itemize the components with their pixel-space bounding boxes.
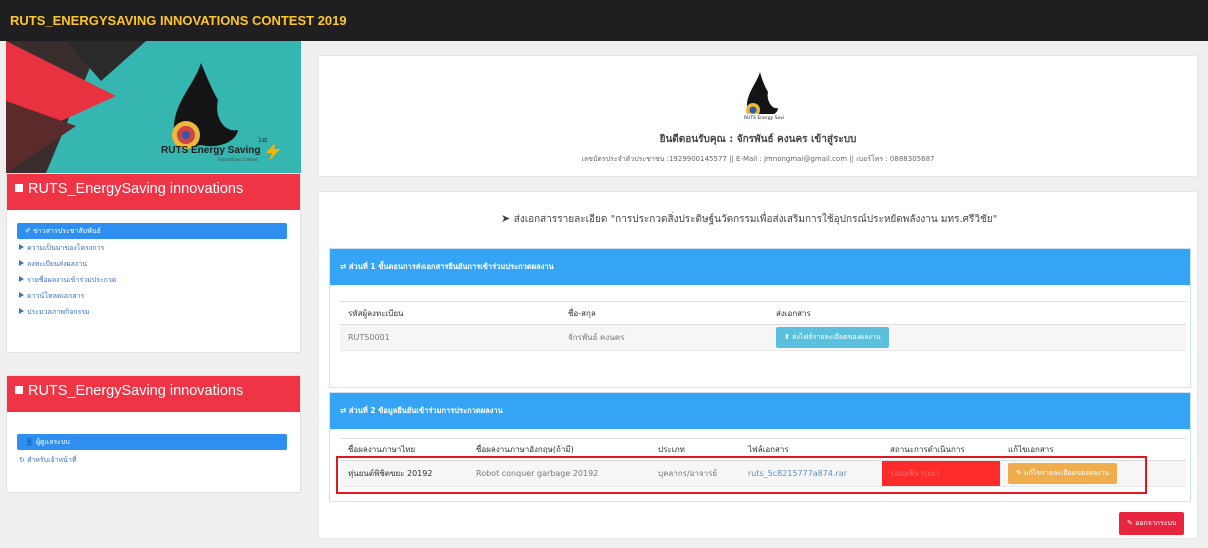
section1-table: รหัสผู้ลงทะเบียน ชื่อ-สกุล ส่งเอกสาร RUT… bbox=[340, 301, 1186, 351]
submit-heading-row: ➤ ส่งเอกสารรายละเอียด "การประกวดสิ่งประด… bbox=[501, 212, 997, 227]
square-icon bbox=[15, 184, 23, 192]
link-label: รายชื่อผลงานเข้าร่วมประกวด bbox=[27, 276, 117, 284]
sidebar-link-staff[interactable]: ↻ สำหรับเจ้าหน้าที่ bbox=[19, 454, 300, 467]
refresh-icon: ↻ bbox=[19, 456, 28, 464]
logo-text: RUTS Energy Saving bbox=[161, 145, 261, 156]
sidebar-panel-admin: RUTS_EnergySaving innovations 👤 ผู้ดูแลร… bbox=[6, 375, 301, 493]
refresh-icon: ⇄ bbox=[340, 406, 349, 415]
panel-title: RUTS_EnergySaving innovations bbox=[28, 181, 244, 197]
welcome-card: RUTS Energy Saving ยินดีตอนรับคุณ : จักร… bbox=[318, 55, 1198, 177]
sidebar-link-history[interactable]: ความเป็นมาของโครงการ bbox=[19, 242, 300, 255]
cell-name: จักรพันธ์ คงนคร bbox=[560, 324, 768, 351]
news-button-label: ข่าวสารประชาสัมพันธ์ bbox=[33, 227, 101, 235]
news-button[interactable]: ✐ ข่าวสารประชาสัมพันธ์ bbox=[17, 223, 287, 239]
sidebar-link-gallery[interactable]: ประมวลภาพกิจกรรม bbox=[19, 306, 300, 319]
cell-id: RUTS0001 bbox=[340, 324, 560, 351]
section1-panel: ⇄ ส่วนที่ 1 ขั้นตอนการส่งเอกสารยืนยันการ… bbox=[329, 248, 1191, 388]
refresh-icon: ⇄ bbox=[340, 262, 349, 271]
sidebar-link-download[interactable]: ดาวน์โหลดเอกสาร bbox=[19, 290, 300, 303]
app-title: RUTS_ENERGYSAVING INNOVATIONS CONTEST 20… bbox=[10, 13, 347, 28]
app-title-bar: RUTS_ENERGYSAVING INNOVATIONS CONTEST 20… bbox=[0, 0, 1208, 41]
highlight-box bbox=[336, 456, 1147, 494]
table-row: RUTS0001 จักรพันธ์ คงนคร ⬆ ส่งไฟล์รายละเ… bbox=[340, 324, 1186, 351]
upload-icon: ⬆ bbox=[784, 333, 793, 341]
lightning-icon bbox=[266, 143, 280, 161]
admin-button[interactable]: 👤 ผู้ดูแลระบบ bbox=[17, 434, 287, 450]
link-label: ประมวลภาพกิจกรรม bbox=[27, 308, 90, 316]
panel-header: RUTS_EnergySaving innovations bbox=[7, 174, 300, 210]
col-header: ชื่อ-สกุล bbox=[560, 301, 768, 325]
sidebar-panel-news: RUTS_EnergySaving innovations ✐ ข่าวสารป… bbox=[6, 173, 301, 353]
panel-title: RUTS_EnergySaving innovations bbox=[28, 383, 244, 399]
upload-details-button[interactable]: ⬆ ส่งไฟล์รายละเอียดของผลงาน bbox=[776, 327, 889, 348]
sidebar-link-entries[interactable]: รายชื่อผลงานเข้าร่วมประกวด bbox=[19, 274, 300, 287]
welcome-text: ยินดีตอนรับคุณ : จักรพันธ์ คงนคร เข้าสู่… bbox=[659, 134, 857, 145]
link-label: ลงทะเบียนส่งผลงาน bbox=[27, 260, 88, 268]
user-icon: 👤 bbox=[25, 438, 36, 446]
cell-action: ⬆ ส่งไฟล์รายละเอียดของผลงาน bbox=[768, 324, 1186, 351]
logout-icon: ✎ bbox=[1127, 519, 1136, 527]
logout-label: ออกจากระบบ bbox=[1135, 519, 1177, 527]
section2-title: ส่วนที่ 2 ข้อมูลยืนยันเข้าร่วมการประกวดผ… bbox=[348, 406, 503, 415]
section2-header: ⇄ ส่วนที่ 2 ข้อมูลยืนยันเข้าร่วมการประกว… bbox=[330, 393, 1190, 429]
section1-header: ⇄ ส่วนที่ 1 ขั้นตอนการส่งเอกสารยืนยันการ… bbox=[330, 249, 1190, 285]
panel-header: RUTS_EnergySaving innovations bbox=[7, 376, 300, 412]
link-label: ดาวน์โหลดเอกสาร bbox=[27, 292, 85, 300]
triangle-right-icon bbox=[19, 308, 24, 314]
link-label: ความเป็นมาของโครงการ bbox=[27, 244, 105, 252]
sidebar-banner: RUTS Energy Saving 1st Innovations Conte… bbox=[6, 41, 301, 173]
pin-icon: ✐ bbox=[25, 227, 34, 235]
triangle-right-icon bbox=[19, 276, 24, 282]
triangle-right-icon bbox=[19, 244, 24, 250]
col-header: รหัสผู้ลงทะเบียน bbox=[340, 301, 560, 325]
triangle-right-icon bbox=[19, 260, 24, 266]
submit-heading: ส่งเอกสารรายละเอียด "การประกวดสิ่งประดิษ… bbox=[513, 214, 998, 225]
section1-title: ส่วนที่ 1 ขั้นตอนการส่งเอกสารยืนยันการเข… bbox=[348, 262, 554, 271]
svg-text:RUTS Energy Saving: RUTS Energy Saving bbox=[744, 115, 784, 121]
user-details: เลขบัตรประจำตัวประชาชน :1929900145577 ||… bbox=[581, 155, 935, 163]
upload-button-label: ส่งไฟล์รายละเอียดของผลงาน bbox=[792, 333, 881, 341]
sidebar-link-register[interactable]: ลงทะเบียนส่งผลงาน bbox=[19, 258, 300, 271]
small-logo-icon: RUTS Energy Saving bbox=[742, 72, 784, 121]
admin-button-label: ผู้ดูแลระบบ bbox=[35, 438, 70, 446]
logo-tagline: Innovations Contest bbox=[218, 157, 258, 162]
square-icon bbox=[15, 386, 23, 394]
logout-button[interactable]: ✎ ออกจากระบบ bbox=[1119, 512, 1185, 535]
paper-plane-icon: ➤ bbox=[501, 212, 514, 225]
banner-logo: RUTS Energy Saving 1st Innovations Conte… bbox=[106, 45, 286, 169]
col-header: ส่งเอกสาร bbox=[768, 301, 1186, 325]
link-label: สำหรับเจ้าหน้าที่ bbox=[27, 456, 77, 464]
triangle-right-icon bbox=[19, 292, 24, 298]
sidebar: RUTS Energy Saving 1st Innovations Conte… bbox=[6, 41, 301, 511]
